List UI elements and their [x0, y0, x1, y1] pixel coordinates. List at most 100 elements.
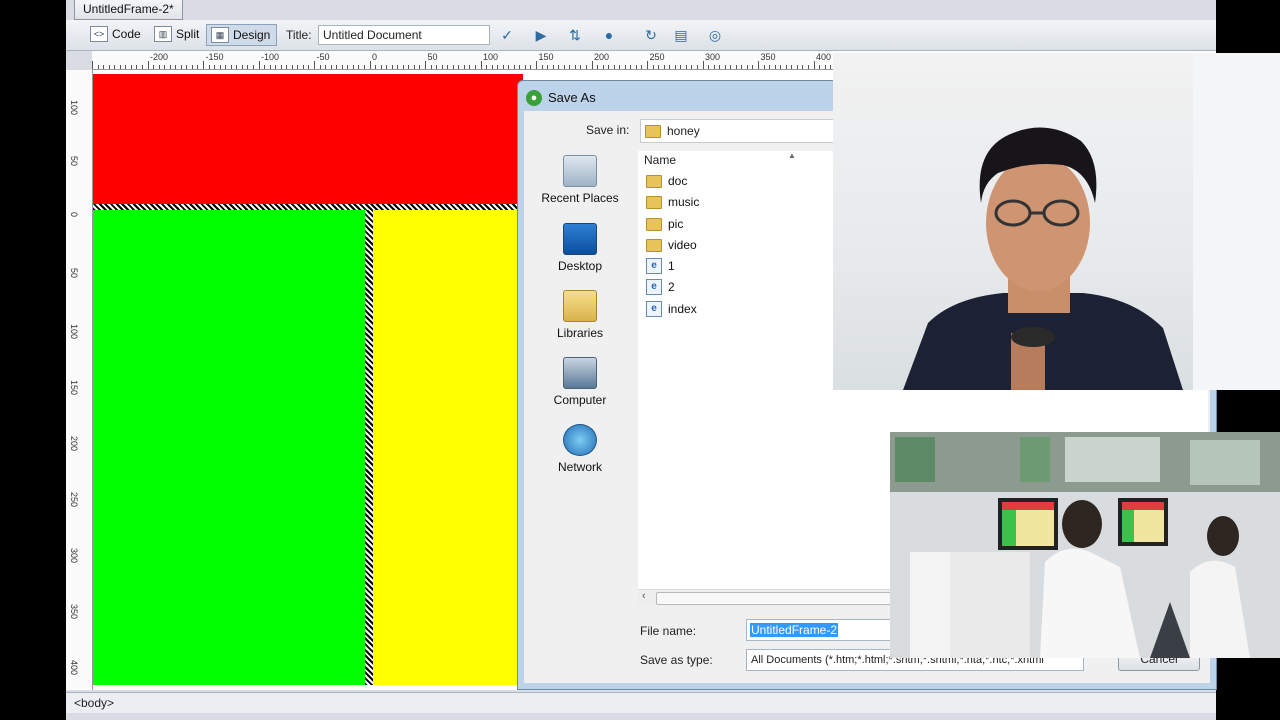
ruler-tick: [191, 65, 193, 69]
ruler-label: -100: [261, 52, 280, 62]
ruler-tick: [513, 65, 515, 69]
place-libraries[interactable]: Libraries: [530, 290, 630, 340]
file-name-selected-text: UntitledFrame-2: [750, 623, 839, 637]
ruler-label: 200: [69, 436, 79, 452]
ruler-label: 350: [69, 604, 79, 620]
list-item[interactable]: pic: [646, 214, 683, 234]
ruler-tick: [258, 61, 260, 69]
file-name-label: File name:: [640, 624, 697, 638]
ruler-tick: [652, 65, 654, 69]
ruler-tick: [780, 65, 782, 69]
left-frame[interactable]: [93, 210, 365, 685]
presenter-webcam-overlay: [833, 53, 1280, 390]
ruler-label: 100: [483, 52, 499, 62]
ruler-tick: [436, 65, 438, 69]
ruler-tick: [92, 61, 93, 69]
place-computer[interactable]: Computer: [530, 357, 630, 407]
status-bar: <body>: [66, 692, 1216, 713]
ruler-tick: [691, 65, 693, 69]
ruler-tick: [641, 65, 643, 69]
list-item[interactable]: e 1: [646, 256, 675, 276]
scroll-left-icon[interactable]: ‹: [642, 590, 646, 602]
save-type-label: Save as type:: [640, 653, 713, 667]
ruler-label: 400: [816, 52, 832, 62]
ruler-tick: [819, 65, 821, 69]
ruler-tick: [136, 65, 138, 69]
ruler-tick: [758, 61, 759, 69]
ruler-label: 150: [538, 52, 554, 62]
ruler-label: 50: [69, 268, 79, 279]
design-view-button[interactable]: ▦ Design: [206, 24, 278, 46]
split-view-button[interactable]: ▥ Split: [150, 24, 205, 44]
file-name: 2: [668, 280, 675, 294]
list-item[interactable]: video: [646, 235, 697, 255]
ruler-tick: [280, 65, 282, 69]
refresh-icon[interactable]: ↻: [640, 26, 662, 44]
list-item[interactable]: doc: [646, 171, 687, 191]
ruler-tick: [574, 65, 576, 69]
list-item[interactable]: e 2: [646, 277, 675, 297]
place-desktop[interactable]: Desktop: [530, 223, 630, 273]
ruler-tick: [175, 65, 177, 69]
ruler-tick: [663, 65, 665, 69]
code-view-button[interactable]: <> Code: [86, 24, 147, 44]
ruler-tick: [469, 65, 471, 69]
dreamweaver-icon: ●: [526, 90, 542, 106]
save-in-label: Save in:: [586, 123, 630, 137]
tag-selector[interactable]: <body>: [74, 696, 114, 710]
ruler-tick: [97, 65, 99, 69]
visual-aids-icon[interactable]: ◎: [704, 26, 726, 44]
validate-icon[interactable]: ✓: [496, 26, 518, 44]
list-item[interactable]: music: [646, 192, 699, 212]
title-input[interactable]: Untitled Document: [318, 25, 490, 45]
place-network[interactable]: Network: [530, 424, 630, 474]
list-item[interactable]: e index: [646, 299, 697, 319]
dialog-titlebar: ● Save As: [526, 87, 596, 109]
file-name: 1: [668, 259, 675, 273]
vertical-frame-border[interactable]: [365, 210, 373, 685]
ruler-tick: [674, 65, 676, 69]
ruler-tick: [519, 65, 521, 69]
ruler-tick: [580, 65, 582, 69]
ruler-tick: [247, 65, 249, 69]
ruler-tick: [402, 65, 404, 69]
ruler-tick: [552, 65, 554, 69]
place-label: Computer: [553, 393, 607, 407]
ruler-tick: [269, 65, 271, 69]
ruler-tick: [463, 65, 465, 69]
view-options-icon[interactable]: ▤: [670, 26, 692, 44]
ruler-tick: [264, 65, 266, 69]
ruler-label: 200: [594, 52, 610, 62]
ruler-tick: [219, 65, 221, 69]
ruler-tick: [363, 65, 365, 69]
ruler-tick: [708, 65, 710, 69]
top-frame[interactable]: [93, 74, 523, 204]
live-view-icon[interactable]: ▶: [530, 26, 552, 44]
document-tab[interactable]: UntitledFrame-2*: [74, 0, 183, 20]
ruler-tick: [441, 65, 443, 69]
ruler-tick: [386, 65, 388, 69]
name-column-header[interactable]: Name: [644, 153, 676, 167]
right-frame[interactable]: [373, 210, 523, 685]
ruler-tick: [541, 65, 543, 69]
split-view-label: Split: [176, 27, 200, 41]
ruler-tick: [569, 65, 571, 69]
place-recent-places[interactable]: Recent Places: [530, 155, 630, 205]
file-name: index: [668, 302, 697, 316]
file-management-icon[interactable]: ⇅: [564, 26, 586, 44]
ruler-tick: [286, 65, 288, 69]
ruler-tick: [103, 65, 105, 69]
ruler-tick: [186, 65, 188, 69]
ruler-label: 250: [649, 52, 665, 62]
preview-browser-icon[interactable]: ●: [598, 26, 620, 44]
ruler-tick: [585, 65, 587, 69]
place-label: Network: [557, 460, 602, 474]
place-label: Libraries: [556, 326, 604, 340]
ruler-tick: [752, 65, 754, 69]
code-view-label: Code: [112, 27, 141, 41]
ruler-tick: [830, 65, 832, 69]
ruler-tick: [413, 65, 415, 69]
ruler-tick: [602, 65, 604, 69]
places-bar: Recent Places Desktop Libraries Computer…: [530, 155, 630, 475]
ruler-tick: [508, 65, 510, 69]
